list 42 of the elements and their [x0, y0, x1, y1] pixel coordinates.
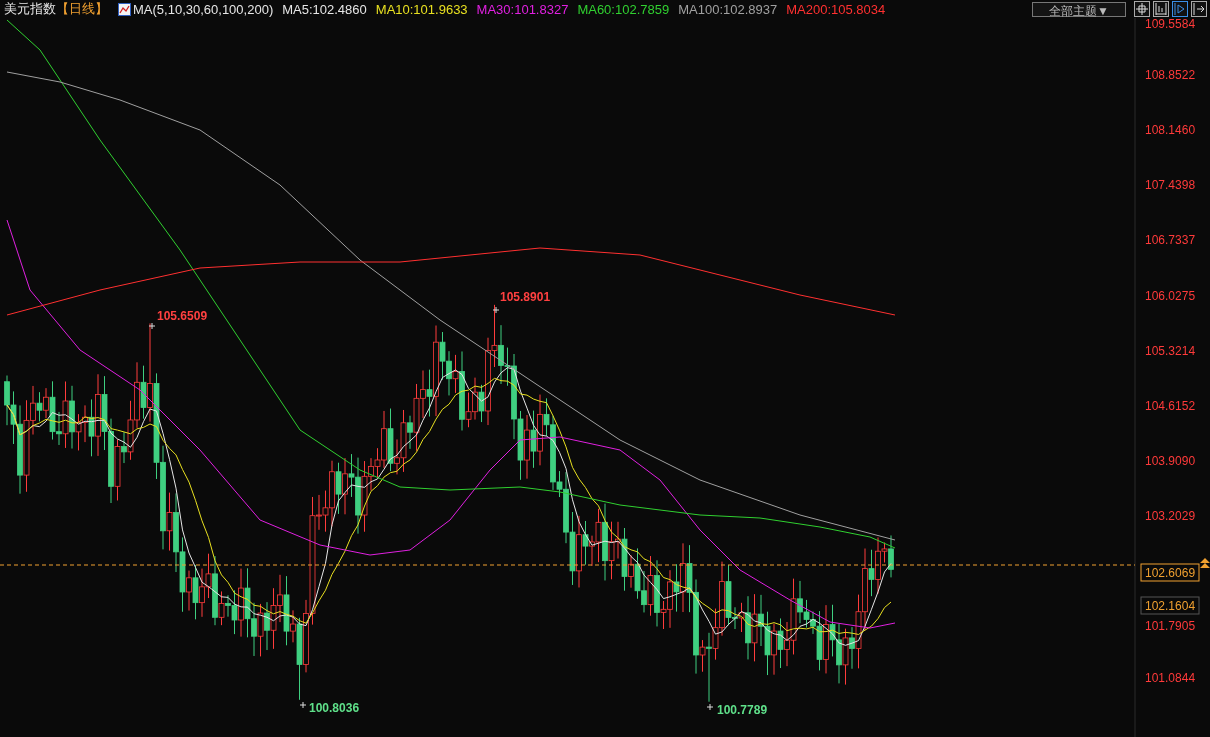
crosshair-button[interactable] [1134, 1, 1150, 17]
line-chart-icon [118, 2, 131, 16]
moving-average-value: MA5:102.4860 [282, 1, 367, 17]
exit-icon [1193, 3, 1205, 15]
play-icon [1174, 3, 1186, 15]
moving-average-value: MA60:102.7859 [577, 1, 670, 17]
price-axis-label: 101.0844 [1145, 671, 1196, 685]
exit-button[interactable] [1191, 1, 1207, 17]
theme-dropdown[interactable]: 全部主题▼ [1032, 1, 1126, 17]
extreme-marker [299, 701, 307, 709]
indicator-label: MA(5,10,30,60,100,200) [133, 1, 274, 17]
extreme-marker [492, 306, 500, 314]
moving-average-value: MA100:102.8937 [678, 1, 778, 17]
price-axis-label: 105.3214 [1145, 344, 1196, 358]
moving-average-value: MA10:101.9633 [375, 1, 468, 17]
extreme-price-label: 100.8036 [309, 701, 360, 715]
index-title: 美元指数 [4, 0, 56, 18]
range-icon [1155, 3, 1167, 15]
moving-average-value: MA30:101.8327 [476, 1, 569, 17]
price-axis-label: 106.7337 [1145, 233, 1196, 247]
price-axis-label: 101.7905 [1145, 619, 1196, 633]
extreme-price-label: 100.7789 [717, 703, 768, 717]
scroll-up-icon [1200, 558, 1210, 568]
moving-average-value: MA200:105.8034 [786, 1, 886, 17]
extreme-price-label: 105.6509 [157, 309, 208, 323]
price-axis-label: 104.6152 [1145, 399, 1196, 413]
price-axis-label: 108.8522 [1145, 68, 1196, 82]
price-axis-label: 103.9090 [1145, 454, 1196, 468]
extreme-price-label: 105.8901 [500, 290, 551, 304]
price-axis-label: 106.0275 [1145, 289, 1196, 303]
cursor-price-tag: 102.1604 [1140, 596, 1200, 615]
extreme-marker [148, 322, 156, 330]
price-axis-label: 109.5584 [1145, 18, 1196, 31]
current-price-tag: 102.6069 [1140, 563, 1200, 582]
price-axis-label: 108.1460 [1145, 123, 1196, 137]
crosshair-icon [1136, 3, 1148, 15]
period-label: 【日线】 [56, 0, 108, 18]
price-axis-label: 107.4398 [1145, 178, 1196, 192]
range-button[interactable] [1153, 1, 1169, 17]
play-button[interactable] [1172, 1, 1188, 17]
extreme-marker [706, 703, 714, 711]
price-axis-label: 103.2029 [1145, 509, 1196, 523]
